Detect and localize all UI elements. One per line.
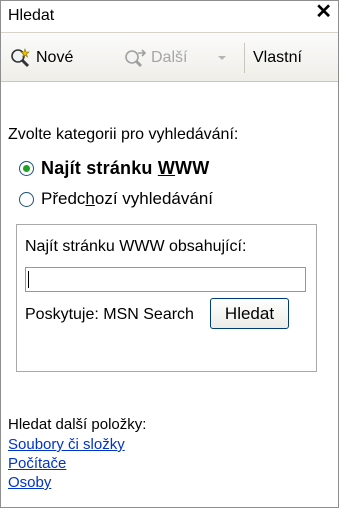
radio-previous-searches[interactable]: Předchozí vyhledávání: [19, 189, 213, 209]
new-search-label: Nové: [36, 49, 74, 66]
toolbar-divider: [244, 43, 245, 73]
next-results-button[interactable]: Další: [123, 47, 187, 69]
customize-label: Vlastní: [253, 49, 302, 66]
close-icon[interactable]: ✕: [315, 2, 332, 22]
label-part: Najít stránku: [41, 158, 158, 178]
radio-find-web-page-label: Najít stránku WWW: [41, 158, 209, 179]
chevron-down-icon[interactable]: [218, 56, 226, 60]
accelerator-key: W: [157, 158, 176, 178]
magnifier-new-icon: [9, 47, 31, 69]
radio-button-selected[interactable]: [19, 161, 34, 176]
title-bar: Hledat ✕: [1, 1, 338, 31]
web-search-group: Najít stránku WWW obsahující: Poskytuje:…: [16, 224, 317, 372]
text-caret: [28, 271, 29, 288]
label-part: Předc: [41, 189, 86, 208]
customize-button[interactable]: Vlastní: [253, 47, 302, 69]
radio-button[interactable]: [19, 191, 34, 207]
search-button[interactable]: Hledat: [210, 298, 289, 329]
radio-find-web-page[interactable]: Najít stránku WWW: [19, 158, 209, 179]
link-people[interactable]: Osoby: [8, 474, 51, 491]
link-files-folders[interactable]: Soubory či složky: [8, 436, 125, 453]
link-computers[interactable]: Počítače: [8, 455, 66, 472]
more-items-heading: Hledat další položky:: [8, 416, 147, 433]
provider-text: Poskytuje: MSN Search: [25, 306, 194, 323]
label-part: ozí vyhledávání: [94, 189, 214, 208]
accelerator-key: h: [85, 189, 95, 208]
label-part: WW: [175, 158, 210, 178]
search-companion-panel: Hledat ✕ Nové Další Vlastní Zvolte kateg…: [0, 0, 339, 508]
new-search-button[interactable]: Nové: [9, 47, 73, 69]
toolbar: Nové Další Vlastní: [1, 32, 338, 82]
search-field-label: Najít stránku WWW obsahující:: [25, 238, 247, 255]
radio-previous-searches-label: Předchozí vyhledávání: [41, 189, 213, 209]
magnifier-next-icon: [123, 47, 147, 69]
next-results-label: Další: [151, 49, 188, 66]
search-input[interactable]: [25, 267, 306, 292]
window-title: Hledat: [8, 7, 55, 24]
category-prompt: Zvolte kategorii pro vyhledávání:: [8, 126, 239, 143]
